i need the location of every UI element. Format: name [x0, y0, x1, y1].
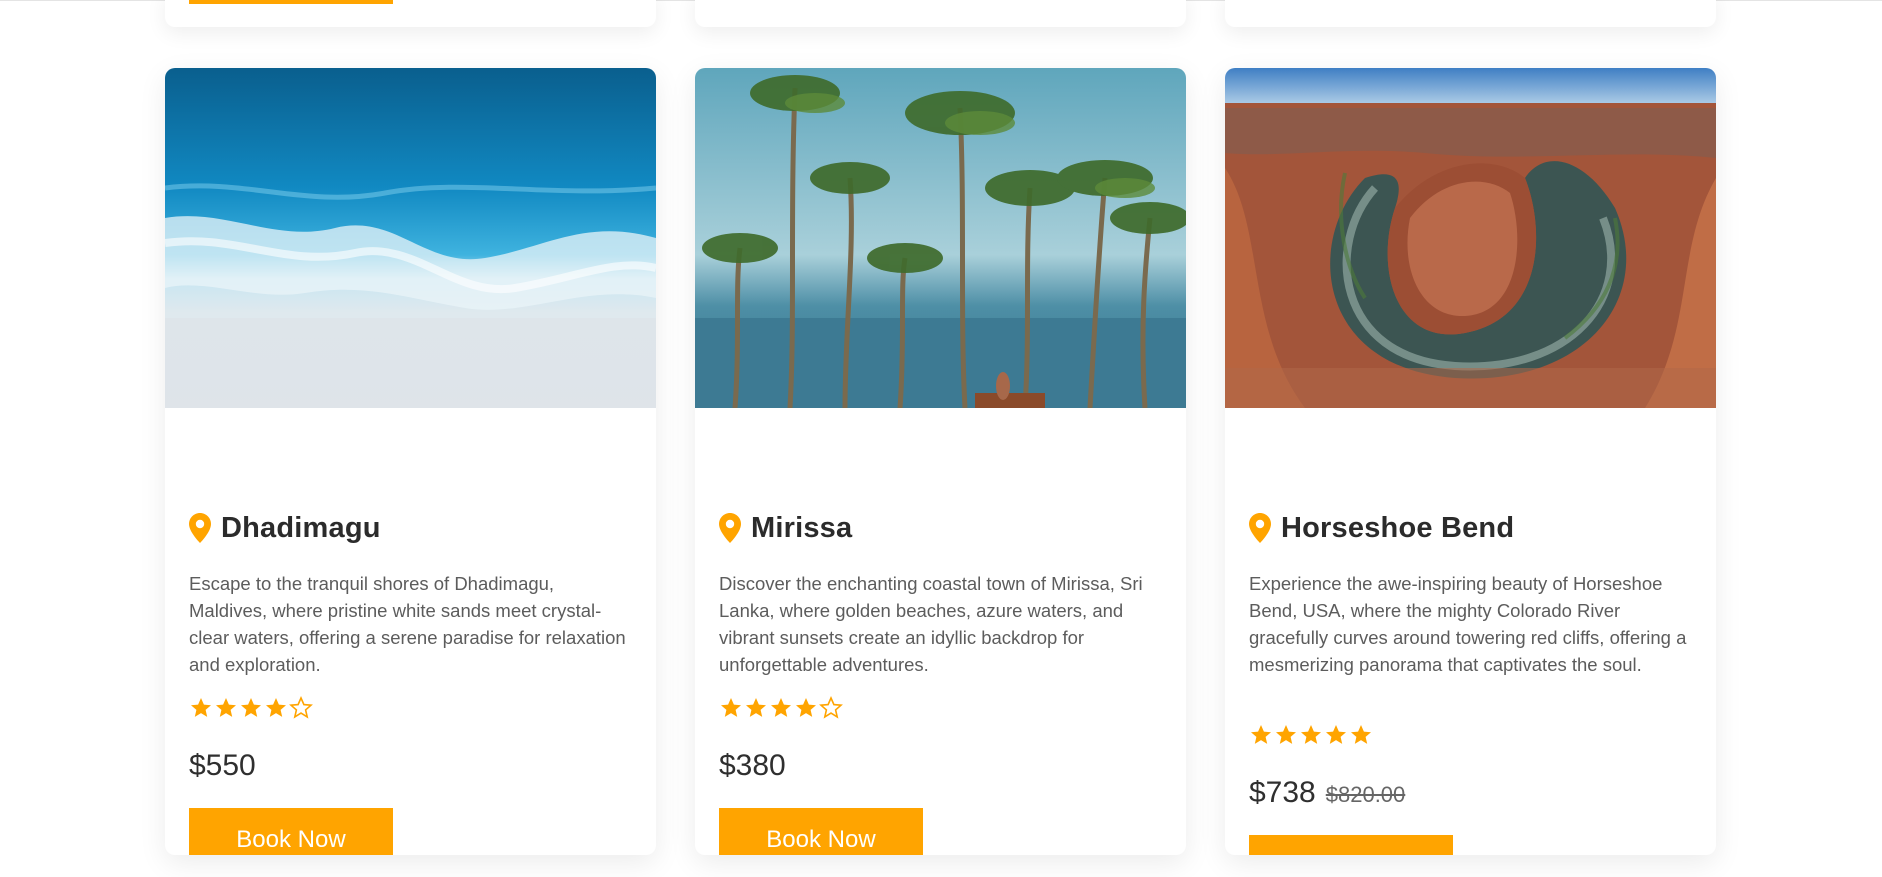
star-empty-icon: [289, 696, 313, 719]
destination-image: [695, 68, 1186, 408]
previous-card-1: [165, 0, 656, 27]
map-pin-icon: [1249, 513, 1271, 543]
original-price: $820.00: [1325, 782, 1406, 807]
destination-description: Discover the enchanting coastal town of …: [719, 573, 1143, 675]
destination-card-dhadimagu: Dhadimagu Escape to the tranquil shores …: [165, 68, 656, 855]
map-pin-icon: [719, 513, 741, 543]
star-filled-icon: [1326, 725, 1346, 744]
destination-card-horseshoe-bend: Horseshoe Bend Experience the awe-inspir…: [1225, 68, 1716, 855]
destination-image: [165, 68, 656, 408]
destination-title: Horseshoe Bend: [1281, 511, 1515, 544]
star-filled-icon: [796, 698, 816, 717]
destination-description: Escape to the tranquil shores of Dhadima…: [189, 573, 626, 675]
price: $550: [189, 749, 256, 782]
destination-description: Experience the awe-inspiring beauty of H…: [1249, 573, 1687, 675]
star-filled-icon: [241, 698, 261, 717]
price: $738: [1249, 776, 1316, 809]
rating-stars: [719, 696, 843, 720]
title-row: Horseshoe Bend: [1249, 508, 1514, 548]
star-filled-icon: [1251, 725, 1271, 744]
star-filled-icon: [191, 698, 211, 717]
previous-card-2: [695, 0, 1186, 27]
price: $380: [719, 749, 786, 782]
previous-card-3: [1225, 0, 1716, 27]
star-empty-icon: [819, 696, 843, 719]
star-filled-icon: [771, 698, 791, 717]
star-filled-icon: [266, 698, 286, 717]
star-filled-icon: [746, 698, 766, 717]
star-filled-icon: [1301, 725, 1321, 744]
title-row: Mirissa: [719, 508, 852, 548]
destination-card-mirissa: Mirissa Discover the enchanting coastal …: [695, 68, 1186, 855]
price-row: $738 $820.00: [1249, 776, 1405, 810]
star-filled-icon: [216, 698, 236, 717]
book-now-button[interactable]: Book Now: [719, 808, 923, 855]
destination-title: Dhadimagu: [221, 511, 381, 544]
star-filled-icon: [1276, 725, 1296, 744]
price-row: $380: [719, 749, 786, 783]
rating-stars: [1249, 723, 1373, 747]
destination-title: Mirissa: [751, 511, 853, 544]
book-now-button[interactable]: Book Now: [189, 808, 393, 855]
destination-image: [1225, 68, 1716, 408]
star-filled-icon: [1351, 725, 1371, 744]
title-row: Dhadimagu: [189, 508, 381, 548]
price-row: $550: [189, 749, 256, 783]
map-pin-icon: [189, 513, 211, 543]
star-filled-icon: [721, 698, 741, 717]
rating-stars: [189, 696, 313, 720]
previous-book-button[interactable]: [189, 0, 393, 4]
book-now-button[interactable]: Book Now: [1249, 835, 1453, 855]
